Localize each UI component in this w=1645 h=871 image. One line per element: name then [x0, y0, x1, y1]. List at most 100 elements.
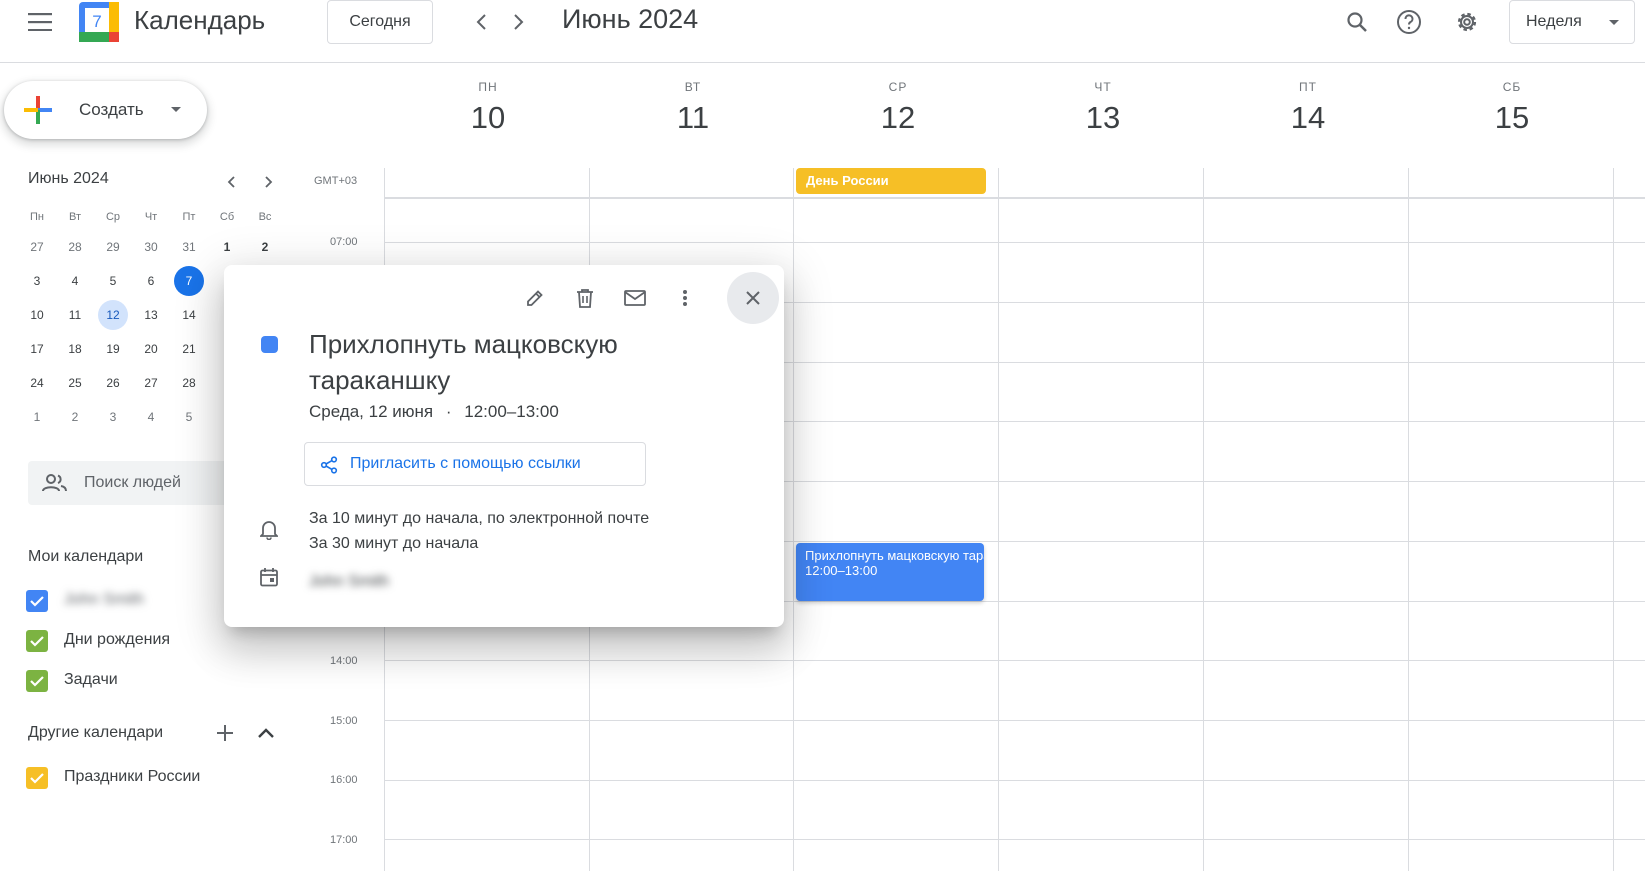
close-icon	[743, 288, 763, 308]
mini-day-today-label: 7	[174, 266, 204, 296]
mini-calendar-title: Июнь 2024	[28, 170, 109, 187]
view-selector[interactable]: Неделя	[1509, 0, 1635, 44]
people-search-placeholder: Поиск людей	[84, 474, 181, 491]
reminder-2: За 30 минут до начала	[309, 535, 479, 552]
mini-day[interactable]: 21	[170, 332, 208, 366]
mini-day[interactable]: 14	[170, 298, 208, 332]
day-of-week: СР	[888, 80, 908, 94]
calendar-event-icon	[256, 564, 282, 590]
checkbox-checked-icon[interactable]	[26, 590, 48, 612]
mini-day-today[interactable]: 7	[170, 264, 208, 298]
day-header-thu[interactable]: ЧТ 13	[1053, 80, 1153, 136]
help-icon[interactable]	[1389, 2, 1429, 42]
add-calendar-icon[interactable]	[210, 718, 240, 748]
mini-prev-month-icon[interactable]	[217, 168, 245, 196]
mini-day[interactable]: 3	[94, 400, 132, 434]
mini-weekday: Ср	[105, 211, 121, 223]
mini-day[interactable]: 30	[132, 230, 170, 264]
hour-line	[384, 780, 1645, 781]
popup-event-time: 12:00–13:00	[464, 402, 559, 421]
delete-trash-icon[interactable]	[566, 279, 604, 317]
mini-day[interactable]: 27	[132, 366, 170, 400]
mini-day[interactable]: 1	[18, 400, 56, 434]
day-header-tue[interactable]: ВТ 11	[643, 80, 743, 136]
create-button[interactable]: Создать	[4, 81, 207, 139]
top-bar: 7 Календарь Сегодня Июнь 2024 Неделя	[0, 0, 1645, 63]
mini-day[interactable]: 25	[56, 366, 94, 400]
mini-day[interactable]: 27	[18, 230, 56, 264]
create-label: Создать	[79, 100, 144, 119]
checkbox-checked-icon[interactable]	[26, 630, 48, 652]
day-number[interactable]: 15	[1462, 100, 1562, 136]
current-period: Июнь 2024	[562, 4, 699, 34]
popup-event-datetime: Среда, 12 июня · 12:00–13:00	[309, 402, 559, 422]
prev-week-icon[interactable]	[463, 2, 499, 42]
invite-link-button[interactable]: Пригласить с помощью ссылки	[304, 442, 646, 486]
mini-day[interactable]: 26	[94, 366, 132, 400]
event-title: Прихлопнуть мацковскую таракашку	[805, 548, 984, 563]
search-icon[interactable]	[1337, 2, 1377, 42]
people-icon	[42, 471, 68, 495]
settings-gear-icon[interactable]	[1447, 2, 1487, 42]
checkbox-checked-icon[interactable]	[26, 670, 48, 692]
calendar-label-personal: John Smith	[64, 591, 145, 608]
day-number[interactable]: 13	[1053, 100, 1153, 136]
event-block[interactable]: Прихлопнуть мацковскую таракашку 12:00–1…	[796, 543, 984, 601]
mini-day[interactable]: 4	[56, 264, 94, 298]
collapse-chevron-up-icon[interactable]	[251, 718, 281, 748]
mini-day[interactable]: 4	[132, 400, 170, 434]
calendar-label-holidays: Праздники России	[64, 768, 201, 785]
mini-day[interactable]: 11	[56, 298, 94, 332]
more-options-icon[interactable]	[666, 279, 704, 317]
day-of-week: ПН	[478, 80, 498, 94]
allday-divider	[384, 197, 1645, 199]
column-divider	[793, 168, 794, 871]
mini-day[interactable]: 19	[94, 332, 132, 366]
mini-day[interactable]: 18	[56, 332, 94, 366]
checkbox-checked-icon[interactable]	[26, 767, 48, 789]
mini-day[interactable]: 17	[18, 332, 56, 366]
popup-event-date: Среда, 12 июня	[309, 402, 434, 421]
mini-day[interactable]: 13	[132, 298, 170, 332]
other-calendars-title[interactable]: Другие календари	[28, 724, 163, 742]
mini-weekday: Пт	[182, 211, 196, 223]
day-header-sat[interactable]: СБ 15	[1462, 80, 1562, 136]
close-button[interactable]	[727, 272, 779, 324]
edit-pencil-icon[interactable]	[516, 279, 554, 317]
day-header-mon[interactable]: ПН 10	[438, 80, 538, 136]
day-header-fri[interactable]: ПТ 14	[1258, 80, 1358, 136]
day-of-week: ПТ	[1299, 80, 1317, 94]
mini-day[interactable]: 28	[56, 230, 94, 264]
mini-day[interactable]: 3	[18, 264, 56, 298]
mini-day[interactable]: 20	[132, 332, 170, 366]
mini-day[interactable]: 6	[132, 264, 170, 298]
reminder-1: За 10 минут до начала, по электронной по…	[309, 510, 650, 527]
main-menu-icon[interactable]	[20, 4, 60, 40]
my-calendars-title[interactable]: Мои календари	[28, 548, 143, 566]
day-number[interactable]: 11	[643, 100, 743, 136]
day-number[interactable]: 12	[848, 100, 948, 136]
mini-day[interactable]: 29	[94, 230, 132, 264]
email-envelope-icon[interactable]	[616, 279, 654, 317]
mini-day[interactable]: 2	[56, 400, 94, 434]
hour-line	[384, 720, 1645, 721]
mini-day[interactable]: 28	[170, 366, 208, 400]
share-icon	[319, 455, 339, 475]
mini-day[interactable]: 31	[170, 230, 208, 264]
today-button[interactable]: Сегодня	[327, 0, 433, 44]
allday-event-russia-day[interactable]: День России	[796, 168, 986, 194]
mini-next-month-icon[interactable]	[255, 168, 283, 196]
mini-day-selected[interactable]: 12	[94, 298, 132, 332]
next-week-icon[interactable]	[501, 2, 537, 42]
day-number[interactable]: 14	[1258, 100, 1358, 136]
calendar-logo-day: 7	[92, 12, 101, 31]
mini-day[interactable]: 5	[170, 400, 208, 434]
mini-day[interactable]: 5	[94, 264, 132, 298]
calendar-logo-icon: 7	[79, 2, 119, 42]
mini-day[interactable]: 24	[18, 366, 56, 400]
mini-day[interactable]: 1	[208, 230, 246, 264]
mini-day[interactable]: 2	[246, 230, 284, 264]
day-header-wed[interactable]: СР 12	[848, 80, 948, 136]
day-number[interactable]: 10	[438, 100, 538, 136]
mini-day[interactable]: 10	[18, 298, 56, 332]
